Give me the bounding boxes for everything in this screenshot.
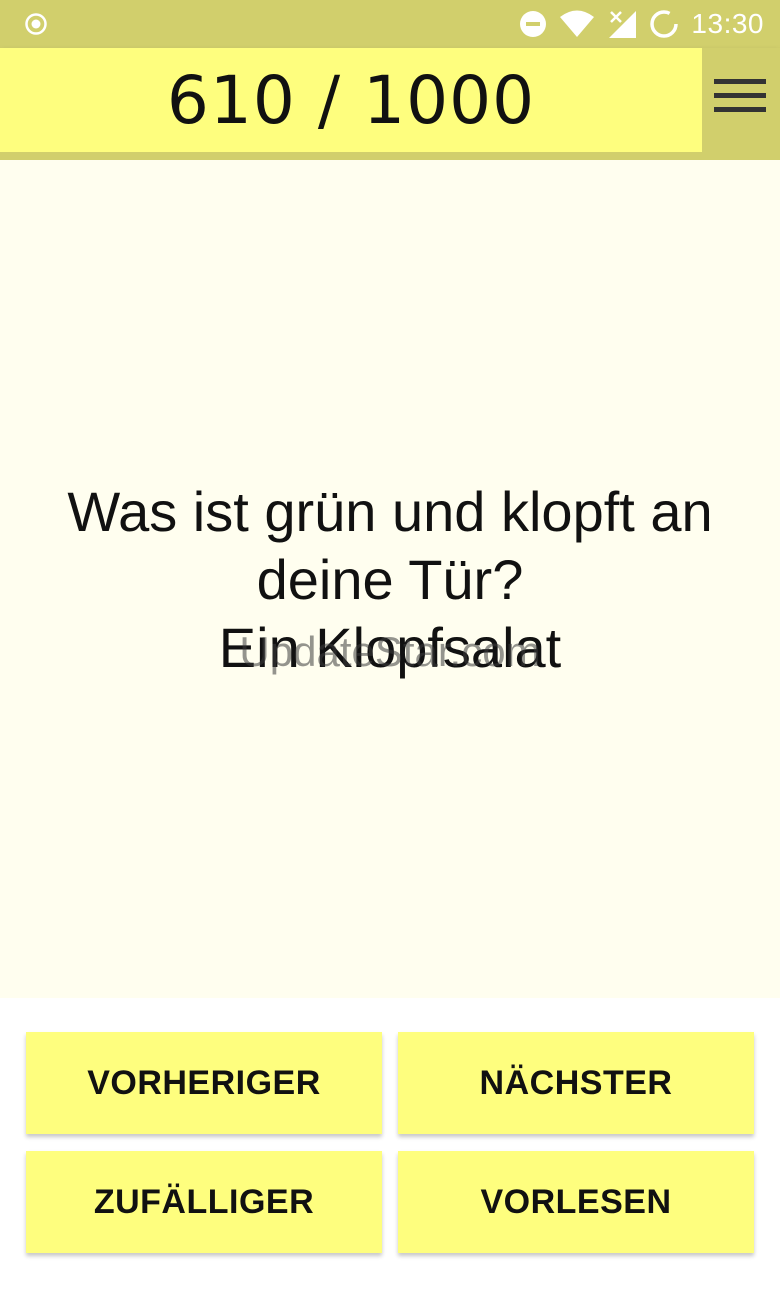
joke-question-line1: Was ist grün und klopft an <box>67 480 713 543</box>
sync-icon <box>649 9 679 39</box>
joke-counter-text: 610 / 1000 <box>166 61 536 139</box>
read-aloud-button[interactable]: VORLESEN <box>398 1151 754 1253</box>
button-panel: VORHERIGER NÄCHSTER ZUFÄLLIGER VORLESEN <box>0 998 780 1289</box>
menu-button[interactable] <box>714 70 766 122</box>
watermark: UpdateStar.com <box>239 628 541 675</box>
random-button[interactable]: ZUFÄLLIGER <box>26 1151 382 1253</box>
previous-button[interactable]: VORHERIGER <box>26 1032 382 1134</box>
joke-question-line2: deine Tür? <box>256 548 524 611</box>
radio-icon <box>24 12 48 36</box>
joke-content: Was ist grün und klopft an deine Tür? Ei… <box>0 160 780 998</box>
status-bar: 13:30 <box>0 0 780 48</box>
next-button[interactable]: NÄCHSTER <box>398 1032 754 1134</box>
wifi-icon <box>559 10 595 38</box>
hamburger-menu-icon <box>714 79 766 112</box>
app-bar: 610 / 1000 <box>0 48 780 160</box>
signal-icon <box>607 9 637 39</box>
joke-counter: 610 / 1000 <box>0 48 702 152</box>
do-not-disturb-icon <box>519 10 547 38</box>
status-time: 13:30 <box>691 8 764 39</box>
